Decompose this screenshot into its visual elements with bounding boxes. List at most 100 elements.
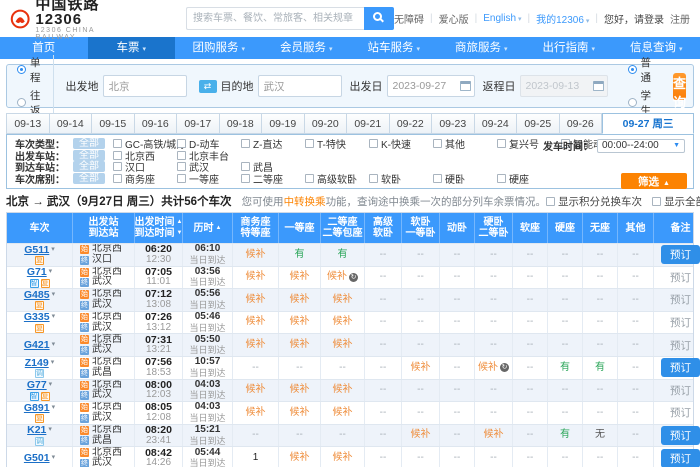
nav-item-3[interactable]: 会员服务▾: [263, 37, 351, 59]
date-tab-9[interactable]: 09-22: [390, 113, 433, 134]
train-badge-zhi: 智: [30, 392, 39, 401]
calendar-icon[interactable]: [460, 81, 471, 91]
book-button[interactable]: 预订: [661, 358, 700, 377]
search-input[interactable]: [186, 7, 364, 30]
chevron-down-icon[interactable]: ▾: [49, 380, 53, 391]
nav-item-1[interactable]: 车票▾: [88, 37, 176, 59]
filter-option[interactable]: 软卧: [369, 171, 433, 186]
train-number-link[interactable]: K21: [27, 425, 46, 436]
date-tab-3[interactable]: 09-16: [135, 113, 178, 134]
top-link-0[interactable]: 无障碍: [394, 11, 424, 26]
train-number-link[interactable]: G77: [27, 380, 47, 391]
register-link[interactable]: 注册: [670, 11, 690, 26]
display-option-0[interactable]: 显示积分兑换车次: [546, 194, 642, 209]
train-number-link[interactable]: G421: [24, 340, 50, 351]
date-tab-12[interactable]: 09-25: [517, 113, 560, 134]
chevron-down-icon[interactable]: ▾: [49, 267, 53, 278]
transfer-link[interactable]: 中转换乘: [284, 196, 326, 208]
from-station-input[interactable]: [103, 75, 187, 97]
chevron-down-icon: ▾: [504, 46, 508, 53]
filter-all-chip[interactable]: 全部: [73, 161, 105, 172]
train-number-link[interactable]: Z149: [25, 358, 49, 369]
date-tab-0[interactable]: 09-13: [6, 113, 50, 134]
date-tab-8[interactable]: 09-21: [347, 113, 390, 134]
filter-option[interactable]: Z-直达: [241, 136, 305, 151]
book-button[interactable]: 预订: [661, 336, 700, 355]
chevron-down-icon[interactable]: ▾: [52, 453, 56, 464]
chevron-down-icon[interactable]: ▾: [48, 425, 52, 436]
date-tab-6[interactable]: 09-19: [262, 113, 305, 134]
filter-option[interactable]: 硬座: [497, 171, 561, 186]
date-tab-7[interactable]: 09-20: [305, 113, 348, 134]
date-tab-4[interactable]: 09-17: [177, 113, 220, 134]
seat-cell: 候补: [321, 447, 365, 467]
login-link[interactable]: 您好，请登录: [604, 11, 664, 26]
book-button[interactable]: 预订: [661, 290, 700, 309]
date-tab-5[interactable]: 09-18: [220, 113, 263, 134]
chevron-down-icon[interactable]: ▾: [51, 245, 55, 256]
filter-all-chip[interactable]: 全部: [73, 173, 105, 184]
train-number-link[interactable]: G891: [24, 403, 50, 414]
search-button[interactable]: [364, 7, 394, 30]
train-number-link[interactable]: G335: [24, 312, 50, 323]
seat-cell: --: [365, 447, 402, 467]
nav-item-4[interactable]: 站车服务▾: [350, 37, 438, 59]
nav-item-5[interactable]: 商旅服务▾: [438, 37, 526, 59]
date-tab-11[interactable]: 09-24: [475, 113, 518, 134]
filter-option[interactable]: 商务座: [113, 171, 177, 186]
passenger-normal-radio[interactable]: 普通: [628, 55, 652, 85]
filter-option[interactable]: 二等座: [241, 171, 305, 186]
end-station-icon: 终: [80, 414, 89, 423]
book-button[interactable]: 预订: [661, 245, 700, 264]
filter-option[interactable]: K-快速: [369, 136, 433, 151]
depart-time-select[interactable]: 00:00--24:00 ▼: [597, 139, 685, 153]
nav-item-6[interactable]: 出行指南▾: [525, 37, 613, 59]
filter-all-chip[interactable]: 全部: [73, 138, 105, 149]
filter-option[interactable]: T-特快: [305, 136, 369, 151]
seat-cell: 有: [321, 244, 365, 266]
query-button[interactable]: 查询: [673, 73, 686, 100]
top-link-2[interactable]: English ▾: [483, 13, 521, 24]
to-station-input[interactable]: [258, 75, 342, 97]
station-cell: 始北京西终武汉: [73, 380, 135, 402]
filter-option[interactable]: 其他: [433, 136, 497, 151]
date-tab-active[interactable]: 09-27 周三: [602, 113, 694, 134]
book-button[interactable]: 预订: [661, 268, 700, 287]
book-button[interactable]: 预订: [661, 313, 700, 332]
train-number-link[interactable]: G511: [24, 245, 49, 256]
chevron-down-icon[interactable]: ▾: [52, 290, 56, 301]
nav-item-2[interactable]: 团购服务▾: [175, 37, 263, 59]
swap-stations-icon[interactable]: ⇄: [199, 80, 217, 93]
filter-option[interactable]: 硬卧: [433, 171, 497, 186]
date-tab-1[interactable]: 09-14: [50, 113, 93, 134]
display-option-1[interactable]: 显示全部可预订车次: [652, 194, 700, 209]
chevron-down-icon[interactable]: ▾: [52, 340, 56, 351]
seat-cell: --: [583, 244, 618, 266]
chevron-down-icon[interactable]: ▾: [52, 403, 56, 414]
book-button[interactable]: 预订: [661, 381, 700, 400]
trip-oneway-radio[interactable]: 单程: [17, 55, 41, 85]
duration-cell: 10:57当日到达: [183, 357, 233, 379]
top-link-1[interactable]: 爱心版: [439, 11, 469, 26]
col-header-3[interactable]: 历时▲: [183, 213, 233, 243]
book-button[interactable]: 预订: [661, 426, 700, 445]
filter-all-chip[interactable]: 全部: [73, 150, 105, 161]
chevron-down-icon[interactable]: ▾: [52, 312, 56, 323]
train-number-link[interactable]: G485: [24, 290, 50, 301]
col-header-2[interactable]: 出发时间▲到达时间▼: [135, 213, 183, 243]
filter-option[interactable]: 一等座: [177, 171, 241, 186]
train-number-link[interactable]: G501: [24, 453, 50, 464]
book-button[interactable]: 预订: [661, 403, 700, 422]
date-tab-2[interactable]: 09-15: [92, 113, 135, 134]
top-link-3[interactable]: 我的12306 ▾: [536, 11, 589, 26]
date-tab-13[interactable]: 09-26: [560, 113, 603, 134]
station-cell: 始北京西终武汉: [73, 312, 135, 334]
seat-cell: --: [365, 402, 402, 424]
filter-button[interactable]: 筛选▲: [621, 173, 687, 189]
filter-option[interactable]: 高级软卧: [305, 171, 369, 186]
train-number-link[interactable]: G71: [27, 267, 47, 278]
book-button[interactable]: 预订: [661, 449, 700, 467]
date-tab-10[interactable]: 09-23: [432, 113, 475, 134]
chevron-down-icon: ▾: [516, 16, 521, 23]
chevron-down-icon[interactable]: ▾: [51, 358, 55, 369]
